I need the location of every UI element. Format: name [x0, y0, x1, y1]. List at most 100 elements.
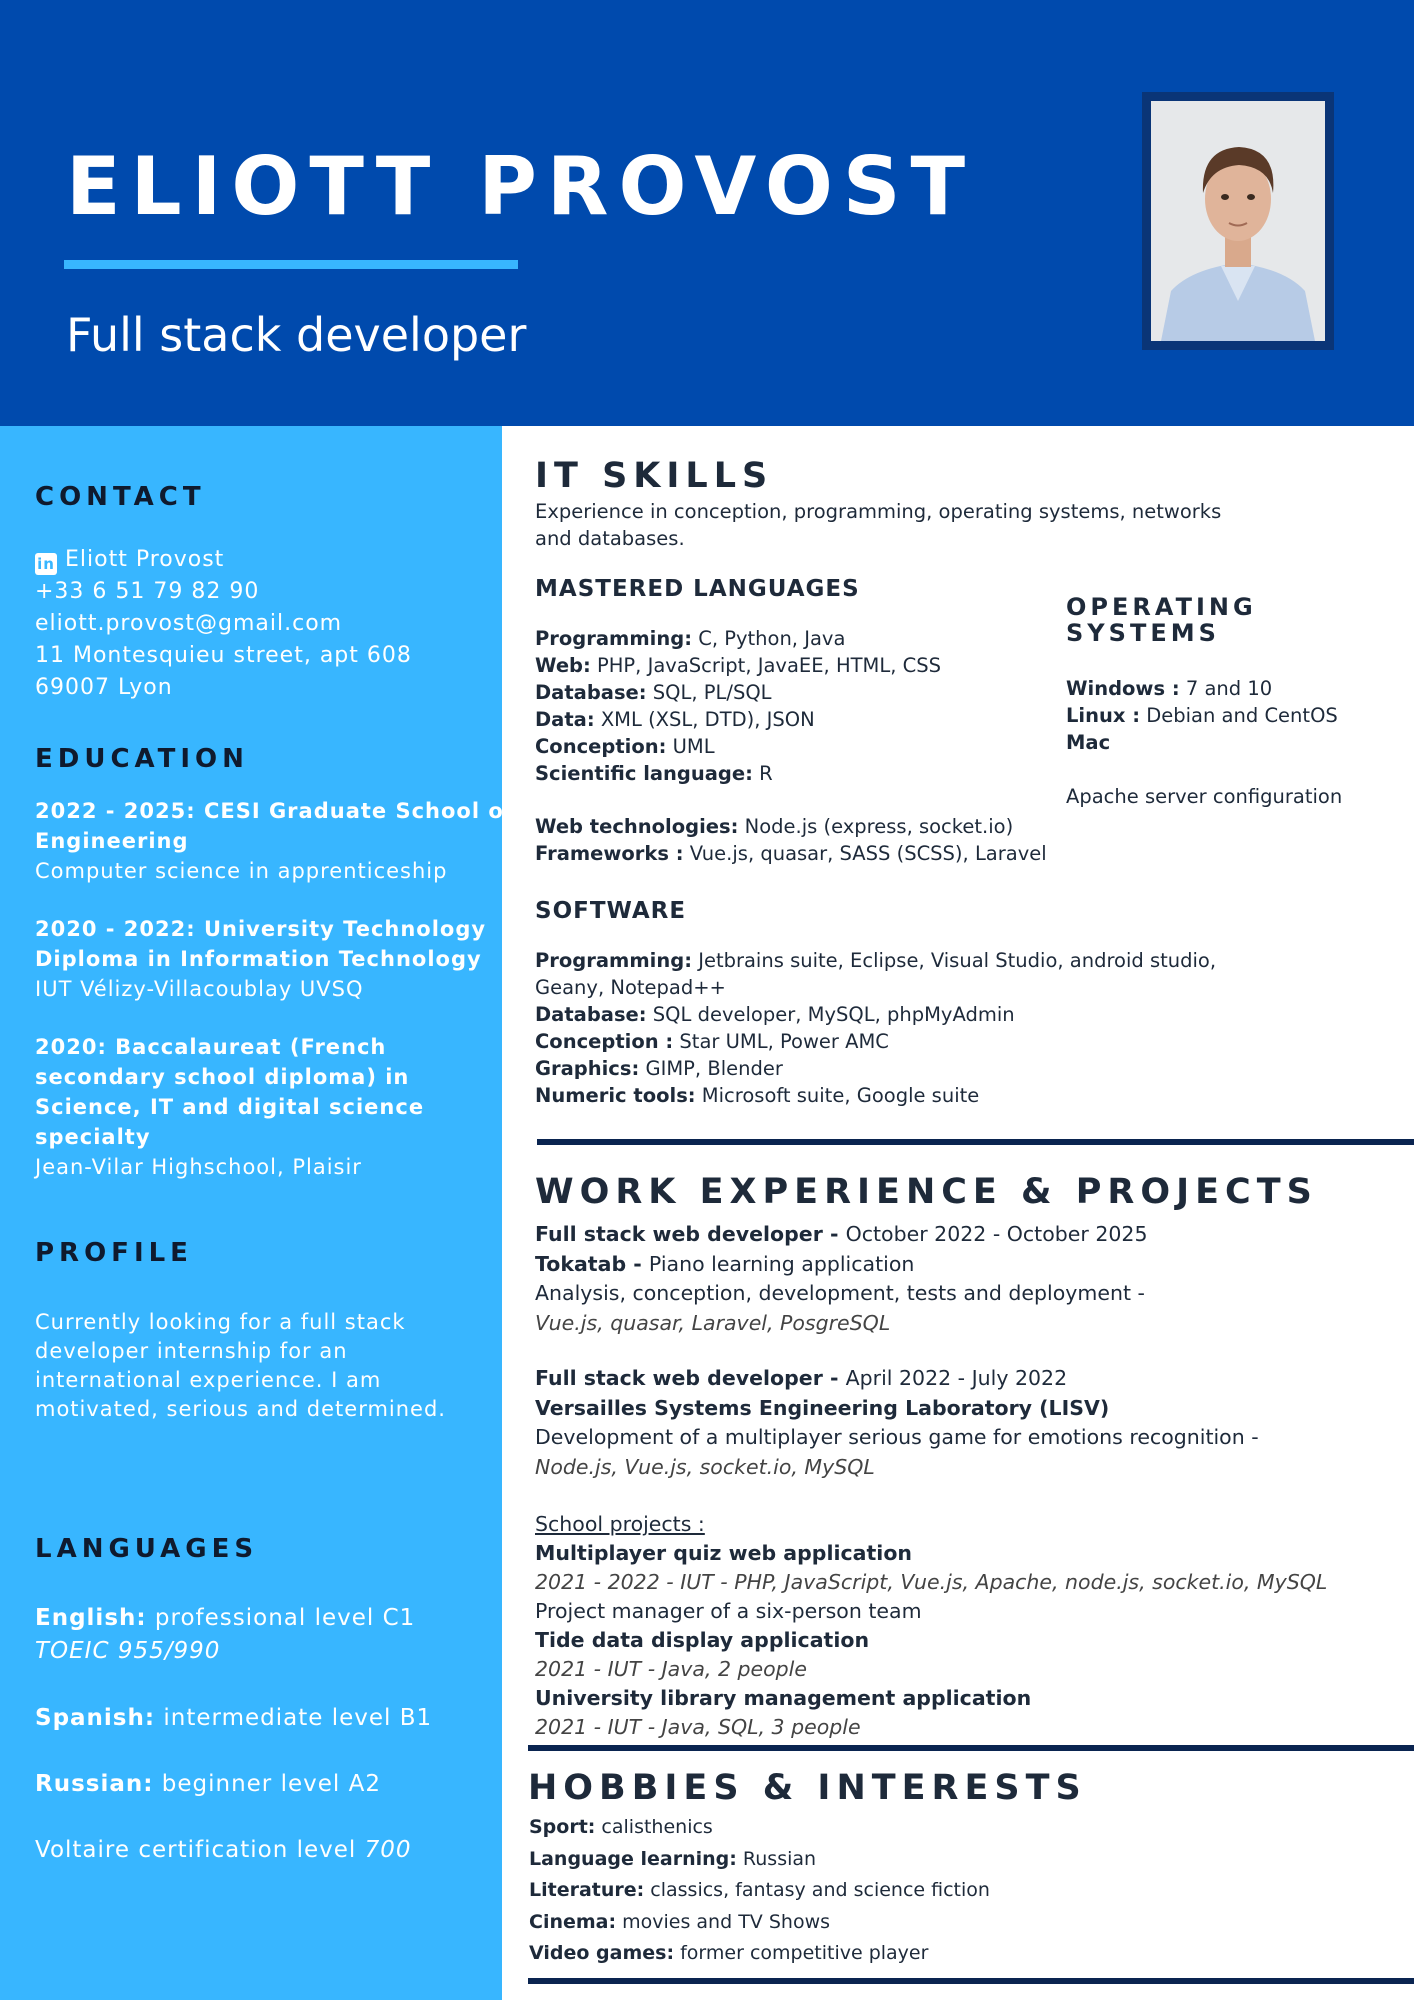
job-role: Full stack web developer - — [535, 1222, 846, 1246]
hobby-label: Sport: — [529, 1816, 596, 1838]
address-line1: 11 Montesquieu street, apt 608 — [35, 643, 412, 668]
phone: +33 6 51 79 82 90 — [35, 579, 260, 604]
name-underline — [64, 260, 518, 269]
main-content: IT SKILLS Experience in conception, prog… — [502, 426, 1414, 2000]
job-row: Full stack web developer - April 2022 - … — [535, 1364, 1259, 1394]
software-list: Programming: Jetbrains suite, Eclipse, V… — [535, 947, 1216, 1109]
software-value: GIMP, Blender — [639, 1057, 783, 1080]
mastered-languages-heading: MASTERED LANGUAGES — [535, 576, 860, 602]
language-label: Russian: — [35, 1771, 154, 1797]
work-experience-heading: WORK EXPERIENCE & PROJECTS — [535, 1172, 1318, 1212]
profile-line: international experience. I am — [35, 1368, 382, 1392]
job-dates: April 2022 - July 2022 — [845, 1366, 1068, 1390]
software-value: Star UML, Power AMC — [673, 1030, 889, 1053]
education-title: 2020 - 2022: University Technology — [35, 917, 487, 941]
hobby-row: Cinema: movies and TV Shows — [529, 1907, 990, 1939]
hobby-value: movies and TV Shows — [616, 1910, 831, 1933]
hobby-row: Literature: classics, fantasy and scienc… — [529, 1875, 990, 1907]
education-title: Engineering — [35, 829, 189, 853]
languages-heading: LANGUAGES — [35, 1534, 259, 1564]
software-heading: SOFTWARE — [535, 898, 687, 924]
apache-config: Apache server configuration — [1066, 785, 1343, 808]
job-company: Tokatab - — [535, 1251, 649, 1276]
project-meta: 2021 - IUT - Java, SQL, 3 people — [535, 1715, 861, 1739]
school-projects-label: School projects : — [535, 1512, 705, 1536]
hobbies-heading: HOBBIES & INTERESTS — [528, 1768, 1087, 1808]
intro-line: and databases. — [535, 527, 685, 550]
education-detail: Jean-Vilar Highschool, Plaisir — [35, 1155, 362, 1179]
hobby-row: Sport: calisthenics — [529, 1812, 990, 1844]
os-heading-line: OPERATING — [1066, 593, 1257, 621]
education-title: specialty — [35, 1125, 151, 1149]
hobby-label: Language learning: — [529, 1847, 737, 1870]
language-russian: Russian: beginner level A2 — [35, 1768, 432, 1801]
hobbies-list: Sport: calisthenics Language learning: R… — [529, 1812, 990, 1970]
software-row: Programming: Jetbrains suite, Eclipse, V… — [535, 947, 1216, 974]
skill-label: Data: — [535, 708, 595, 731]
linkedin-row[interactable]: in Eliott Provost — [35, 544, 412, 576]
education-item: 2020: Baccalaureat (French secondary sch… — [35, 1032, 514, 1182]
project-meta: 2021 - 2022 - IUT - PHP, JavaScript, Vue… — [535, 1570, 1328, 1594]
education-title: 2020: Baccalaureat (French — [35, 1035, 387, 1059]
job-company-row: Versailles Systems Engineering Laborator… — [535, 1394, 1259, 1424]
language-label: Spanish: — [35, 1705, 156, 1731]
it-skills-heading: IT SKILLS — [535, 456, 774, 496]
voltaire-label: Voltaire certification level — [35, 1837, 365, 1863]
linkedin-name[interactable]: Eliott Provost — [65, 547, 224, 572]
skill-label: Conception: — [535, 735, 667, 758]
language-label: English: — [35, 1605, 147, 1631]
skill-row: Web technologies: Node.js (express, sock… — [535, 813, 1047, 840]
email[interactable]: eliott.provost@gmail.com — [35, 608, 412, 640]
job-row: Full stack web developer - October 2022 … — [535, 1220, 1259, 1250]
profile-line: developer internship for an — [35, 1339, 348, 1363]
education-title: 2022 - 2025: CESI Graduate School of — [35, 799, 514, 823]
language-spanish: Spanish: intermediate level B1 — [35, 1702, 432, 1735]
section-divider — [528, 1978, 1414, 1984]
language-level: beginner level A2 — [153, 1771, 381, 1797]
skill-label: Programming: — [535, 627, 692, 650]
skill-row: Frameworks : Vue.js, quasar, SASS (SCSS)… — [535, 840, 1047, 867]
skill-value: Node.js (express, socket.io) — [738, 815, 1014, 838]
software-value: SQL developer, MySQL, phpMyAdmin — [646, 1003, 1015, 1026]
education-detail: Computer science in apprenticeship — [35, 859, 448, 883]
project-title: Tide data display application — [535, 1628, 870, 1652]
education-title: Diploma in Information Technology — [35, 947, 482, 971]
os-row: Linux : Debian and CentOS — [1066, 702, 1342, 729]
os-row: Mac — [1066, 729, 1342, 756]
software-row: Database: SQL developer, MySQL, phpMyAdm… — [535, 1001, 1216, 1028]
english-certification: TOEIC 955/990 — [35, 1638, 221, 1664]
profile-heading: PROFILE — [35, 1238, 193, 1268]
contact-block: in Eliott Provost +33 6 51 79 82 90 eliot… — [35, 544, 412, 704]
skill-row: Data: XML (XSL, DTD), JSON — [535, 706, 941, 733]
language-level: intermediate level B1 — [155, 1705, 433, 1731]
software-row: Numeric tools: Microsoft suite, Google s… — [535, 1082, 1216, 1109]
contact-heading: CONTACT — [35, 482, 206, 512]
education-title: Science, IT and digital science — [35, 1095, 425, 1119]
software-value: Geany, Notepad++ — [535, 976, 726, 999]
languages-list: English: professional level C1 TOEIC 955… — [35, 1602, 432, 1867]
skill-value: PHP, JavaScript, JavaEE, HTML, CSS — [590, 654, 941, 677]
skill-value: UML — [666, 735, 715, 758]
hobby-value: classics, fantasy and science fiction — [644, 1879, 990, 1901]
hobby-value: Russian — [736, 1847, 817, 1870]
mastered-languages-list: Programming: C, Python, Java Web: PHP, J… — [535, 625, 941, 787]
skill-label: Database: — [535, 681, 647, 704]
skill-label: Web technologies: — [535, 815, 739, 838]
software-label: Numeric tools: — [535, 1084, 696, 1107]
voltaire-certification: Voltaire certification level 700 — [35, 1834, 432, 1867]
hobby-label: Cinema: — [529, 1910, 617, 1933]
os-label: Mac — [1066, 731, 1111, 754]
os-heading-line: SYSTEMS — [1066, 619, 1220, 647]
hobby-value: former competitive player — [674, 1942, 929, 1964]
job-dates: October 2022 - October 2025 — [845, 1222, 1148, 1246]
skill-label: Frameworks : — [535, 842, 684, 865]
software-label: Database: — [535, 1003, 647, 1026]
skill-row: Scientific language: R — [535, 760, 941, 787]
skill-value: XML (XSL, DTD), JSON — [594, 708, 815, 731]
project-title: Multiplayer quiz web application — [535, 1541, 913, 1565]
project-extra: Project manager of a six-person team — [535, 1599, 922, 1623]
skill-row: Database: SQL, PL/SQL — [535, 679, 941, 706]
hobby-value: calisthenics — [595, 1816, 713, 1838]
school-projects-list: School projects : Multiplayer quiz web a… — [535, 1510, 1327, 1742]
linkedin-icon[interactable]: in — [35, 553, 57, 575]
